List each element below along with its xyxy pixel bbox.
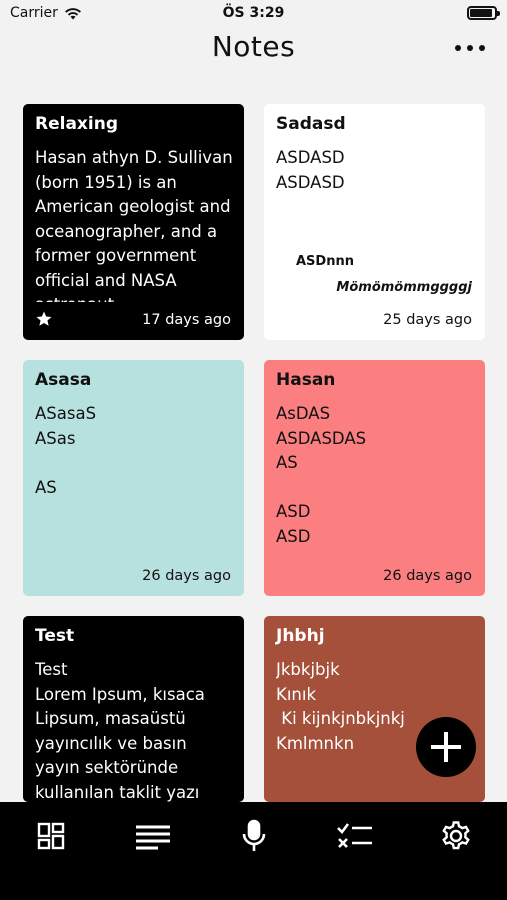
note-body: Hasan athyn D. Sullivan (born 1951) is a… [35, 148, 233, 302]
header: Notes [0, 28, 507, 72]
note-card[interactable]: Hasan AsDAS ASDASDAS AS ASD ASD 26 days … [264, 360, 485, 596]
grid-view-icon [37, 822, 65, 850]
microphone-icon [242, 819, 266, 851]
tab-voice[interactable] [234, 816, 274, 856]
note-body: AsDAS ASDASDAS AS ASD ASD [276, 404, 367, 546]
tab-grid-view[interactable] [31, 816, 71, 856]
note-title: Relaxing [35, 114, 118, 134]
note-body: Test Lorem Ipsum, kısaca Lipsum, masaüst… [35, 660, 205, 802]
notes-screen: Carrier ÖS 3:29 Notes Relaxing Hasan ath… [0, 0, 507, 900]
tab-checklist[interactable] [335, 816, 375, 856]
note-title: Asasa [35, 370, 92, 390]
status-time: ÖS 3:29 [222, 5, 285, 21]
star-icon[interactable] [35, 310, 53, 328]
checklist-icon [337, 823, 372, 848]
note-title: Test [35, 626, 75, 646]
settings-gear-icon [442, 821, 470, 850]
note-date: 26 days ago [383, 568, 472, 584]
note-date: 17 days ago [142, 312, 231, 328]
note-card[interactable]: Sadasd ASDASD ASDASD ASDnnn Mömömömmgggg… [264, 104, 485, 340]
note-card[interactable]: Test Test Lorem Ipsum, kısaca Lipsum, ma… [23, 616, 244, 802]
note-extra-line: Mömömömmggggj [336, 280, 472, 295]
note-title: Sadasd [276, 114, 346, 134]
add-note-button[interactable] [416, 717, 476, 777]
note-card[interactable]: Relaxing Hasan athyn D. Sullivan (born 1… [23, 104, 244, 340]
note-date: 25 days ago [383, 312, 472, 328]
note-title: Jhbhj [276, 626, 325, 646]
note-card[interactable]: Asasa ASasaS ASas AS 26 days ago [23, 360, 244, 596]
status-bar: Carrier ÖS 3:29 [0, 0, 507, 28]
note-body: ASDASD ASDASD [276, 148, 345, 192]
note-date: 26 days ago [142, 568, 231, 584]
more-horizontal-icon[interactable] [455, 38, 485, 58]
list-view-icon [136, 825, 170, 850]
battery-icon [467, 6, 500, 20]
note-extra-line: ASDnnn [296, 254, 354, 269]
tab-bar [0, 802, 507, 900]
tab-settings[interactable] [436, 816, 476, 856]
note-title: Hasan [276, 370, 336, 390]
note-body: ASasaS ASas AS [35, 404, 97, 497]
page-title: Notes [211, 30, 296, 63]
tab-list-view[interactable] [133, 816, 173, 856]
